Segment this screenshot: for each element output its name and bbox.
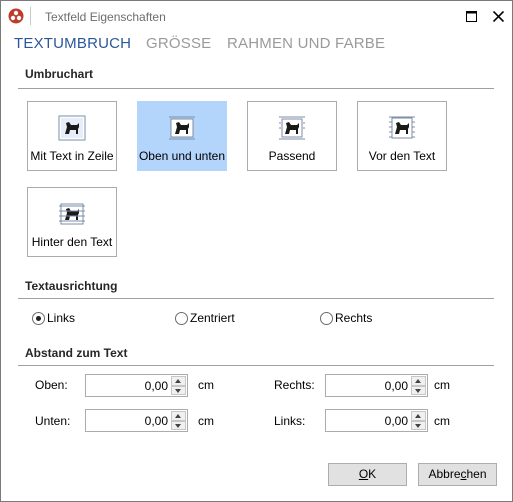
wrap-top-bottom-button[interactable]: Oben und unten	[137, 101, 227, 171]
maximize-icon	[465, 10, 477, 22]
cancel-label-start: Abbre	[428, 467, 461, 481]
maximize-button[interactable]	[460, 5, 482, 27]
rechts-label: Rechts:	[274, 378, 315, 392]
oben-label: Oben:	[35, 378, 68, 392]
tab-rahmen-und-farbe[interactable]: RAHMEN UND FARBE	[227, 35, 385, 52]
unten-unit: cm	[198, 414, 214, 428]
unten-spin-buttons	[171, 411, 186, 430]
wrap-top-bottom-label: Oben und unten	[138, 149, 226, 163]
window-title: Textfeld Eigenschaften	[45, 10, 166, 24]
rechts-decrement-button[interactable]	[411, 385, 426, 395]
oben-spinbox[interactable]: 0,00	[85, 374, 188, 397]
wrap-top-bottom-icon	[169, 116, 195, 140]
abstand-divider	[18, 365, 494, 366]
links-increment-button[interactable]	[411, 411, 426, 421]
align-right-radio[interactable]: Rechts	[320, 311, 372, 325]
wrap-behind-label: Hinter den Text	[31, 235, 113, 249]
align-right-radio-circle[interactable]	[320, 311, 333, 325]
unten-spinbox[interactable]: 0,00	[85, 409, 188, 432]
title-bar: Textfeld Eigenschaften	[1, 1, 512, 31]
app-logo-icon	[8, 8, 24, 24]
links-spin-buttons	[411, 411, 426, 430]
align-left-radio[interactable]: Links	[32, 311, 75, 325]
wrap-in-front-label: Vor den Text	[368, 149, 436, 163]
unten-label: Unten:	[35, 414, 71, 428]
align-center-label: Zentriert	[190, 311, 235, 325]
wrap-inline-label: Mit Text in Zeile	[30, 149, 114, 163]
wrap-square-button[interactable]: Passend	[247, 101, 337, 171]
tab-groesse[interactable]: GRÖSSE	[146, 35, 211, 52]
dialog-window: Textfeld Eigenschaften TEXTUMBRUCH GRÖSS…	[0, 0, 513, 502]
align-left-label: Links	[47, 311, 76, 325]
ok-label-rest: K	[368, 467, 377, 481]
tab-textumbruch[interactable]: TEXTUMBRUCH	[14, 35, 131, 52]
wrap-in-front-button[interactable]: Vor den Text	[357, 101, 447, 171]
links-value[interactable]: 0,00	[385, 414, 408, 428]
links-spinbox[interactable]: 0,00	[325, 409, 428, 432]
title-separator	[30, 7, 31, 25]
links-unit: cm	[434, 414, 450, 428]
rechts-spinbox[interactable]: 0,00	[325, 374, 428, 397]
ok-accesskey: O	[358, 467, 369, 481]
rechts-increment-button[interactable]	[411, 376, 426, 386]
align-center-radio-circle[interactable]	[175, 311, 188, 325]
wrap-inline-button[interactable]: Mit Text in Zeile	[27, 101, 117, 171]
align-center-radio[interactable]: Zentriert	[175, 311, 235, 325]
align-right-label: Rechts	[335, 311, 373, 325]
unten-decrement-button[interactable]	[171, 420, 186, 430]
align-left-radio-circle[interactable]	[32, 311, 45, 325]
oben-unit: cm	[198, 378, 214, 392]
cancel-button[interactable]: Abbrechen	[418, 463, 497, 486]
unten-increment-button[interactable]	[171, 411, 186, 421]
rechts-spin-buttons	[411, 376, 426, 395]
umbruchart-heading: Umbruchart	[25, 67, 94, 81]
umbruchart-divider	[18, 88, 494, 89]
oben-increment-button[interactable]	[171, 376, 186, 386]
close-icon	[492, 10, 504, 22]
rechts-unit: cm	[434, 378, 450, 392]
links-label: Links:	[274, 414, 306, 428]
rechts-value[interactable]: 0,00	[385, 379, 408, 393]
wrap-inline-icon	[58, 115, 86, 141]
unten-value[interactable]: 0,00	[145, 414, 168, 428]
wrap-behind-button[interactable]: Hinter den Text	[27, 187, 117, 257]
close-button[interactable]	[487, 5, 509, 27]
ok-button[interactable]: OK	[328, 463, 407, 486]
links-decrement-button[interactable]	[411, 420, 426, 430]
abstand-heading: Abstand zum Text	[25, 346, 128, 360]
oben-value[interactable]: 0,00	[145, 379, 168, 393]
textausrichtung-heading: Textausrichtung	[25, 279, 118, 293]
wrap-square-icon	[279, 116, 305, 140]
wrap-behind-icon	[59, 203, 85, 225]
wrap-in-front-icon	[389, 116, 415, 139]
wrap-square-label: Passend	[268, 149, 316, 163]
textausrichtung-divider	[18, 298, 494, 299]
oben-decrement-button[interactable]	[171, 385, 186, 395]
cancel-label-end: hen	[466, 467, 487, 481]
oben-spin-buttons	[171, 376, 186, 395]
